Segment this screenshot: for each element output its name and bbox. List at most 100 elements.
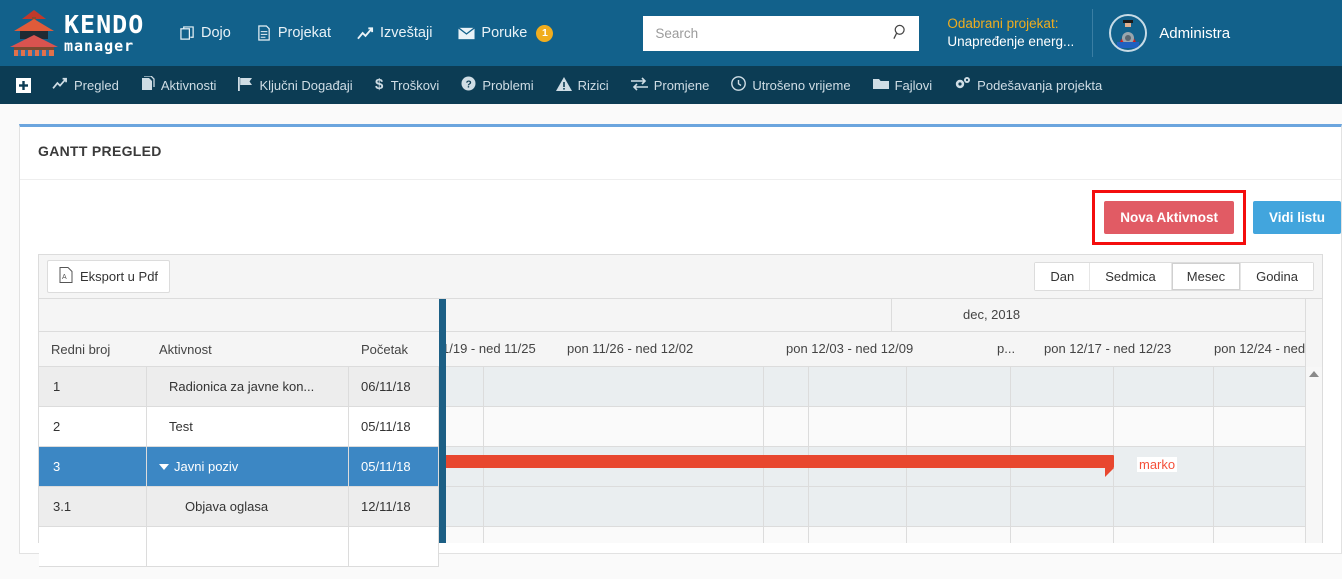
table-row[interactable]: 1 Radionica za javne kon... 06/11/18 [39, 367, 439, 407]
folder-icon [872, 77, 889, 93]
nova-aktivnost-button[interactable]: Nova Aktivnost [1104, 200, 1234, 234]
brand-name-top: KENDO [64, 9, 145, 39]
subnav-label: Fajlovi [894, 77, 933, 93]
timeline-rows: marko [439, 367, 1322, 543]
clock-icon [731, 76, 747, 94]
view-button-mesec[interactable]: Mesec [1171, 263, 1242, 290]
table-row[interactable]: 2 Test 05/11/18 [39, 407, 439, 447]
timeline-row[interactable] [439, 527, 1322, 543]
brand-logo-area[interactable]: KENDO manager [0, 7, 172, 59]
gantt-summary-bar-tip [1105, 468, 1114, 477]
page-title: GANTT PREGLED [38, 143, 162, 159]
table-row-selected[interactable]: 3 Javni poziv 05/11/18 [39, 447, 439, 487]
gantt-panel: GANTT PREGLED Nova Aktivnost Vidi listu … [19, 124, 1342, 567]
timeline-vertical-scrollbar[interactable] [1305, 367, 1322, 543]
gantt-timeline: dec, 2018 1/19 - ned 11/25 pon 11/26 - n… [439, 299, 1322, 543]
gantt-summary-bar[interactable] [439, 455, 1114, 468]
view-button-godina[interactable]: Godina [1241, 263, 1313, 290]
flag-icon [238, 76, 253, 94]
selected-project[interactable]: Odabrani projekat: Unapređenje energ... [947, 15, 1074, 51]
table-row[interactable]: 3.1 Objava oglasa 12/11/18 [39, 487, 439, 527]
messages-badge: 1 [536, 24, 554, 42]
nav-item-projekat[interactable]: Projekat [257, 25, 331, 41]
column-header-pocetak[interactable]: Početak [349, 332, 439, 366]
subnav-item-rizici[interactable]: Rizici [545, 66, 620, 104]
export-pdf-label: Eksport u Pdf [80, 269, 159, 284]
timeline-month-label: dec, 2018 [963, 307, 1021, 322]
timeline-week-label: pon 12/17 - ned 12/23 [1044, 341, 1172, 356]
timeline-row[interactable] [439, 367, 1322, 407]
search-input[interactable] [655, 25, 894, 41]
subnav-item-podesavanja-projekta[interactable]: Podešavanja projekta [943, 66, 1113, 104]
nav-label-poruke: Poruke [481, 25, 528, 41]
selected-project-name: Unapređenje energ... [947, 34, 1075, 49]
nav-item-izvestaji[interactable]: Izveštaji [357, 25, 432, 41]
timeline-week-label: pon 11/26 - ned 12/02 [567, 341, 694, 356]
subnav-item-utroseno-vrijeme[interactable]: Utrošeno vrijeme [720, 66, 861, 104]
collapse-triangle-icon[interactable] [159, 463, 169, 470]
cell-aktivnost: Test [147, 407, 349, 446]
timeline-row[interactable] [439, 407, 1322, 447]
gantt-body: Redni broj Aktivnost Početak 1 Radionica… [39, 299, 1322, 567]
search-icon[interactable] [893, 24, 909, 43]
subnav-item-problemi[interactable]: ? Problemi [450, 66, 544, 104]
svg-text:A: A [62, 274, 67, 281]
cell-aktivnost: Radionica za javne kon... [147, 367, 349, 406]
timeline-week-label: p... [997, 341, 1016, 356]
treelist-header-spacer [39, 299, 439, 332]
timeline-header-scroll-gap [1305, 299, 1322, 367]
gantt-bar-resource-label: marko [1137, 457, 1178, 472]
subnav-item-kljucni-dogadjaji[interactable]: Ključni Događaji [227, 66, 363, 104]
vidi-listu-button[interactable]: Vidi listu [1252, 200, 1341, 234]
cell-pocetak: 06/11/18 [349, 367, 439, 406]
treelist-column-headers: Redni broj Aktivnost Početak [39, 332, 439, 367]
subnav-label: Utrošeno vrijeme [752, 77, 851, 93]
dollar-icon: $ [375, 76, 385, 95]
subnav-item-aktivnosti[interactable]: Aktivnosti [130, 66, 228, 104]
subnav-item-promjene[interactable]: Promjene [620, 66, 721, 104]
timeline-row[interactable] [439, 487, 1322, 527]
column-header-redni-broj[interactable]: Redni broj [39, 332, 147, 366]
subnav-label: Troškovi [390, 77, 440, 93]
cell-pocetak: 05/11/18 [349, 407, 439, 446]
gantt-treelist: Redni broj Aktivnost Početak 1 Radionica… [39, 299, 439, 567]
cell-redni-broj: 3 [39, 447, 147, 486]
timeline-month-header: dec, 2018 [439, 299, 1322, 332]
action-buttons-row: Nova Aktivnost Vidi listu [20, 180, 1341, 254]
cell-redni-broj: 3.1 [39, 487, 147, 526]
avatar[interactable] [1109, 14, 1148, 52]
cell-aktivnost [147, 527, 349, 566]
svg-text:?: ? [466, 80, 472, 91]
subnav-item-pregled[interactable]: Pregled [41, 66, 130, 104]
gantt-today-marker [439, 299, 446, 543]
main-content: GANTT PREGLED Nova Aktivnost Vidi listu … [0, 104, 1342, 567]
subnav-label: Podešavanja projekta [977, 77, 1103, 93]
scroll-up-arrow-icon[interactable] [1309, 371, 1319, 377]
user-menu[interactable]: Administra [1109, 14, 1230, 52]
subnav-label: Aktivnosti [160, 77, 217, 93]
svg-text:$: $ [375, 76, 384, 92]
project-subnav: Pregled Aktivnosti Ključni Događaji $ Tr… [0, 66, 1342, 104]
add-icon[interactable] [10, 66, 41, 104]
cell-pocetak: 12/11/18 [349, 487, 439, 526]
gantt-container: A Eksport u Pdf Dan Sedmica Mesec Godina [38, 254, 1323, 567]
view-button-dan[interactable]: Dan [1035, 263, 1091, 290]
nav-item-dojo[interactable]: Dojo [180, 25, 231, 41]
top-header: KENDO manager Dojo Projekat Izveštaji Po… [0, 0, 1342, 66]
tasks-icon [141, 75, 155, 94]
cell-aktivnost: Objava oglasa [147, 487, 349, 526]
question-circle-icon: ? [461, 76, 476, 94]
view-button-sedmica[interactable]: Sedmica [1090, 263, 1172, 290]
nav-item-poruke[interactable]: Poruke 1 [458, 24, 554, 42]
nav-label-izvestaji: Izveštaji [380, 25, 433, 41]
export-pdf-button[interactable]: A Eksport u Pdf [47, 260, 171, 293]
chart-line-icon [52, 77, 68, 93]
subnav-item-fajlovi[interactable]: Fajlovi [862, 66, 944, 104]
cell-redni-broj [39, 527, 147, 566]
subnav-item-troskovi[interactable]: $ Troškovi [364, 66, 451, 104]
warning-triangle-icon [555, 76, 572, 94]
pdf-icon: A [59, 267, 73, 286]
search-box[interactable] [643, 15, 920, 51]
column-header-aktivnost[interactable]: Aktivnost [147, 332, 349, 366]
cell-redni-broj: 2 [39, 407, 147, 446]
